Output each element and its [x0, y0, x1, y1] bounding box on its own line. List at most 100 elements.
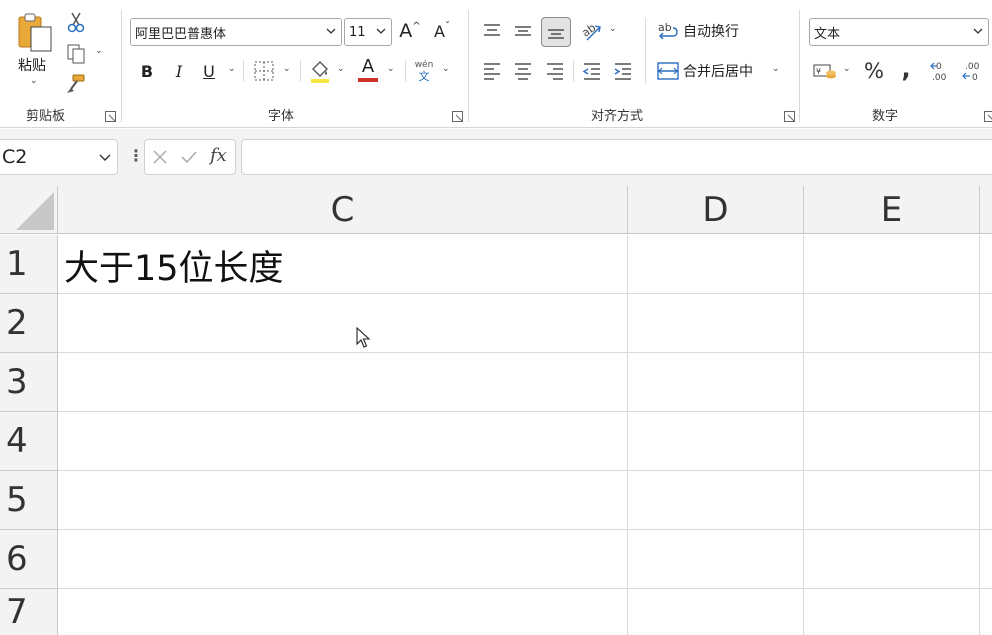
copy-chevron-down-icon[interactable]: ⌄ — [95, 46, 103, 56]
merge-center-label: 合并后居中 — [683, 64, 753, 80]
merge-center-button[interactable]: 合并后居中 — [657, 58, 767, 84]
mouse-pointer-icon — [356, 327, 371, 348]
chevron-down-icon — [973, 28, 983, 34]
increase-indent-button[interactable] — [610, 58, 636, 84]
align-right-icon — [547, 63, 563, 80]
accounting-chevron-down-icon[interactable]: ⌄ — [843, 64, 851, 74]
row-header-5[interactable]: 5 — [0, 471, 58, 530]
align-middle-button[interactable] — [510, 18, 536, 44]
cancel-icon[interactable] — [152, 149, 168, 165]
gridline — [58, 352, 992, 353]
merge-center-chevron-down-icon[interactable]: ⌄ — [772, 64, 780, 74]
wrap-text-label: 自动换行 — [683, 24, 739, 40]
formula-input[interactable] — [241, 139, 992, 175]
font-name-select[interactable]: 阿里巴巴普惠体 — [130, 18, 342, 46]
column-header-e[interactable]: E — [804, 186, 980, 234]
percent-style-button[interactable]: % — [862, 58, 886, 84]
alignment-group: ab ⌄ ab 自动换行 合并后居中 ⌄ 对齐方式 — [469, 0, 799, 128]
phonetic-chevron-down-icon[interactable]: ⌄ — [442, 64, 450, 74]
font-launcher-icon[interactable] — [452, 111, 463, 122]
align-bottom-button[interactable] — [541, 17, 571, 47]
shrink-font-button[interactable]: Aˇ — [430, 18, 454, 44]
orientation-button[interactable]: ab — [579, 18, 605, 44]
accounting-format-button[interactable]: ¥ — [812, 58, 838, 84]
format-painter-button[interactable] — [64, 72, 88, 96]
merge-center-icon — [657, 62, 679, 80]
bold-button[interactable]: B — [136, 58, 158, 84]
row-header-2[interactable]: 2 — [0, 294, 58, 353]
fill-color-button[interactable] — [308, 58, 332, 84]
column-header-c[interactable]: C — [58, 186, 628, 234]
grow-font-button[interactable]: A ^ — [398, 18, 422, 44]
borders-button[interactable] — [252, 59, 276, 83]
font-color-chevron-down-icon[interactable]: ⌄ — [387, 64, 395, 74]
borders-icon — [254, 61, 274, 81]
number-launcher-icon[interactable] — [984, 111, 992, 122]
font-group: 阿里巴巴普惠体 11 A ^ Aˇ B I U ⌄ ⌄ ⌄ A ⌄ wén 文 … — [122, 0, 468, 128]
toolbar-divider — [243, 60, 244, 82]
paste-label[interactable]: 粘贴 — [18, 55, 46, 75]
font-color-icon: A — [361, 56, 375, 77]
phonetic-guide-button[interactable]: wén 文 — [412, 58, 436, 84]
alignment-launcher-icon[interactable] — [784, 111, 795, 122]
row-header-4[interactable]: 4 — [0, 412, 58, 471]
svg-text:ab: ab — [658, 21, 672, 34]
align-left-button[interactable] — [479, 58, 505, 84]
row-header-7[interactable]: 7 — [0, 589, 58, 635]
insert-function-button[interactable]: fx — [210, 145, 227, 166]
alignment-group-label: 对齐方式 — [591, 109, 644, 124]
toolbar-divider — [300, 60, 301, 82]
underline-button[interactable]: U — [198, 58, 220, 84]
font-color-button[interactable]: A — [356, 56, 380, 84]
cut-button[interactable] — [66, 10, 86, 34]
clipboard-launcher-icon[interactable] — [105, 111, 116, 122]
font-name-value: 阿里巴巴普惠体 — [135, 26, 227, 42]
gridline — [58, 529, 992, 530]
comma-style-button[interactable]: , — [896, 55, 916, 83]
paste-chevron-down-icon[interactable]: ⌄ — [30, 76, 38, 86]
copy-button[interactable] — [64, 42, 88, 66]
name-box[interactable]: C2 — [0, 139, 118, 175]
gridline — [58, 588, 992, 589]
gridline — [58, 411, 992, 412]
align-right-button[interactable] — [542, 58, 568, 84]
enter-check-icon[interactable] — [180, 149, 198, 165]
font-color-swatch — [358, 78, 378, 82]
chevron-down-icon — [326, 28, 336, 34]
name-box-value: C2 — [2, 146, 28, 168]
cell-c2[interactable] — [58, 294, 627, 352]
align-top-button[interactable] — [479, 18, 505, 44]
font-size-select[interactable]: 11 — [344, 18, 392, 46]
cell-c1-value: 大于15位长度 — [64, 249, 284, 289]
paint-bucket-icon — [311, 61, 329, 83]
italic-button[interactable]: I — [168, 58, 190, 84]
clipboard-group-label: 剪贴板 — [26, 109, 66, 124]
align-center-icon — [515, 63, 531, 80]
align-center-button[interactable] — [510, 58, 536, 84]
column-header-d[interactable]: D — [628, 186, 804, 234]
svg-text:.00: .00 — [965, 62, 980, 72]
decrease-decimal-button[interactable]: .00 0 — [960, 58, 986, 84]
text-orientation-icon: ab — [581, 21, 601, 41]
borders-chevron-down-icon[interactable]: ⌄ — [283, 64, 291, 74]
row-header-6[interactable]: 6 — [0, 530, 58, 589]
select-all-button[interactable] — [0, 186, 58, 234]
gridline — [803, 235, 804, 635]
number-format-select[interactable]: 文本 — [809, 18, 989, 46]
increase-decimal-button[interactable]: 0.00 — [928, 58, 954, 84]
underline-chevron-down-icon[interactable]: ⌄ — [228, 64, 236, 74]
gridline — [627, 235, 628, 635]
paste-button[interactable] — [14, 10, 56, 54]
formula-bar: C2 ⋮ fx — [0, 129, 992, 186]
orientation-chevron-down-icon[interactable]: ⌄ — [609, 24, 617, 34]
more-options-icon[interactable]: ⋮ — [128, 146, 144, 165]
row-header-3[interactable]: 3 — [0, 353, 58, 412]
font-size-value: 11 — [349, 24, 366, 40]
wrap-text-button[interactable]: ab 自动换行 — [657, 18, 787, 44]
row-header-1[interactable]: 1 — [0, 235, 58, 294]
align-middle-icon — [515, 26, 531, 36]
select-all-triangle-icon — [16, 192, 54, 230]
decrease-indent-button[interactable] — [579, 58, 605, 84]
chevron-down-icon[interactable] — [99, 153, 111, 163]
fill-color-chevron-down-icon[interactable]: ⌄ — [337, 64, 345, 74]
